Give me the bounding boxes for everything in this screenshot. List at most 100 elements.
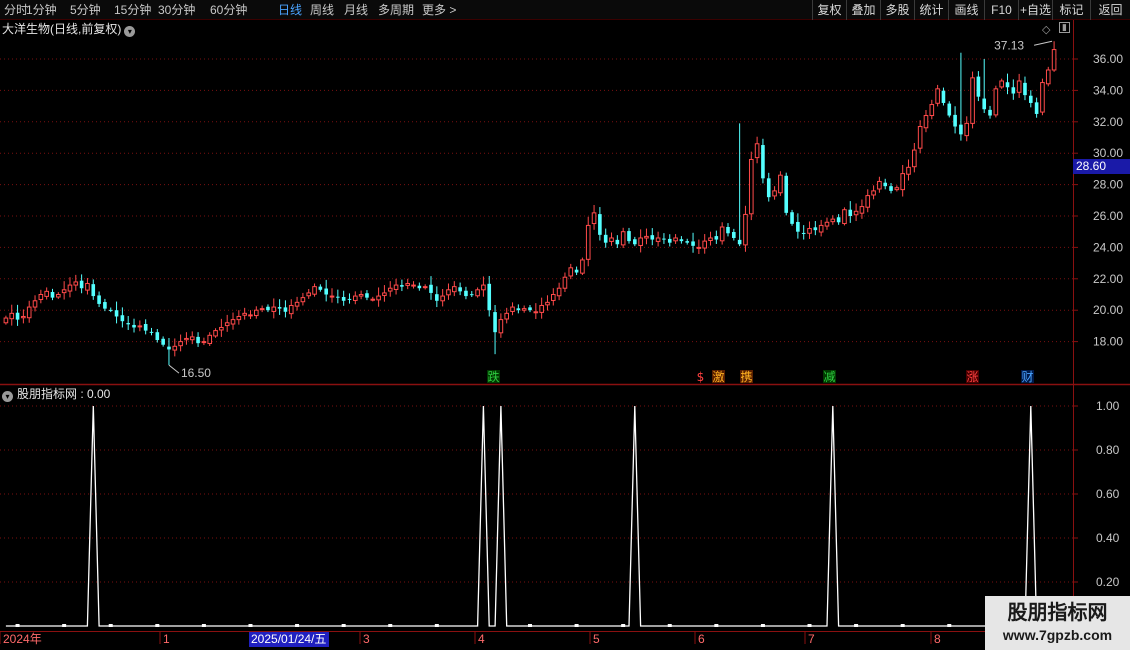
- period-tab-10[interactable]: 更多 >: [422, 2, 456, 18]
- toolbar-button-8[interactable]: 返回: [1090, 0, 1130, 20]
- period-tab-1[interactable]: 1分钟: [26, 2, 57, 18]
- candle-body-up: [306, 292, 312, 297]
- candle-body-up: [271, 306, 277, 312]
- candle-body-up: [358, 294, 364, 297]
- candle-body-up: [562, 276, 568, 289]
- low-price-label: 16.50: [181, 366, 211, 380]
- candle-body-up: [329, 295, 335, 298]
- candle-body-up: [772, 190, 777, 197]
- candle-body-up: [533, 311, 539, 314]
- candle-body-up: [422, 286, 428, 289]
- indicator-dot: [62, 624, 67, 627]
- price-tick-label: 32.00: [1093, 115, 1123, 129]
- candle-body-down: [790, 212, 794, 224]
- candle-body-down: [149, 331, 154, 333]
- toolbar-button-3[interactable]: 统计: [914, 0, 948, 20]
- candle-body-down: [848, 209, 853, 216]
- candle-body-up: [859, 206, 865, 214]
- candle-body-down: [435, 294, 439, 301]
- toolbar-button-4[interactable]: 画线: [948, 0, 984, 20]
- candle-body-down: [120, 315, 125, 322]
- candle-body-up: [67, 284, 73, 292]
- candle-body-up: [877, 180, 882, 190]
- candle-body-up: [906, 166, 911, 175]
- candle-body-up: [382, 292, 387, 296]
- candle-body-up: [743, 213, 748, 246]
- candle-body-up: [32, 300, 38, 308]
- price-axis: 36.0034.0032.0030.0028.0026.0024.0022.00…: [1073, 52, 1123, 589]
- period-tab-5[interactable]: 60分钟: [210, 2, 247, 18]
- candle-body-down: [633, 239, 637, 245]
- candle-body-down: [883, 182, 888, 187]
- candle-body-down: [732, 232, 736, 238]
- indicator-dot: [15, 624, 20, 627]
- period-tab-2[interactable]: 5分钟: [70, 2, 101, 18]
- indicator-dot: [621, 624, 626, 627]
- candle-body-up: [26, 306, 32, 319]
- candle-body-up: [56, 294, 61, 298]
- candle-body-down: [1028, 95, 1033, 103]
- panel-toggle-icon[interactable]: ▮: [1059, 22, 1070, 33]
- period-tab-4[interactable]: 30分钟: [158, 2, 195, 18]
- toolbar-button-6[interactable]: +自选: [1018, 0, 1052, 20]
- period-tab-3[interactable]: 15分钟: [114, 2, 151, 18]
- candle-body-up: [550, 294, 556, 301]
- candle-body-down: [324, 288, 328, 295]
- candle-body-up: [178, 341, 183, 347]
- candle-body-up: [352, 295, 358, 301]
- time-tick-label: 8: [934, 632, 941, 646]
- period-tab-0[interactable]: 分时: [4, 2, 28, 18]
- period-tab-7[interactable]: 周线: [310, 2, 334, 18]
- toolbar-button-7[interactable]: 标记: [1052, 0, 1090, 20]
- candle-body-up: [993, 88, 999, 116]
- time-tick-label: 3: [363, 632, 370, 646]
- candle-body-up: [900, 173, 905, 191]
- time-tick-label: 7: [808, 632, 815, 646]
- signal-markers: 跌 $ 激 携 减 涨 财: [487, 369, 1034, 384]
- title-dropdown-icon[interactable]: ▾: [124, 26, 136, 37]
- low-pointer: [168, 364, 180, 374]
- time-tick-label: 1: [163, 632, 170, 646]
- candle-body-up: [609, 237, 614, 242]
- toolbar-button-0[interactable]: 复权: [812, 0, 846, 20]
- toolbar-button-5[interactable]: F10: [984, 0, 1018, 20]
- candle-body-up: [248, 314, 253, 317]
- time-tick-label: 2024年: [3, 632, 42, 646]
- candle-body-up: [85, 283, 90, 291]
- period-tab-6[interactable]: 日线: [278, 2, 302, 18]
- candle-body-down: [469, 294, 474, 296]
- candle-body-up: [591, 212, 597, 225]
- candle-body-up: [1051, 49, 1057, 71]
- diamond-icon[interactable]: ◇: [1042, 23, 1050, 36]
- toolbar-button-2[interactable]: 多股: [880, 0, 914, 20]
- kline-chart[interactable]: 16.5037.13 36.0034.0032.0030.0028.0026.0…: [0, 0, 1130, 650]
- indicator-dropdown-icon[interactable]: ▾: [2, 391, 13, 402]
- candle-body-down: [79, 280, 84, 289]
- indicator-dot: [108, 624, 113, 627]
- period-tab-9[interactable]: 多周期: [378, 2, 414, 18]
- candle-body-up: [696, 246, 702, 249]
- candle-body-up: [556, 287, 562, 297]
- candle-body-up: [510, 306, 515, 312]
- candle-body-down: [941, 90, 946, 103]
- candle-body-down: [685, 241, 690, 243]
- candle-body-up: [137, 325, 143, 328]
- candle-body-down: [650, 235, 655, 240]
- candle-body-up: [865, 195, 871, 208]
- period-tab-8[interactable]: 月线: [344, 2, 368, 18]
- indicator-dot: [155, 624, 160, 627]
- candle-body-down: [97, 295, 101, 304]
- price-tick-label: 34.00: [1093, 83, 1123, 97]
- toolbar-button-1[interactable]: 叠加: [846, 0, 880, 20]
- candle-body-down: [50, 291, 55, 298]
- indicator-title-text: 股朋指标网 : 0.00: [17, 387, 111, 401]
- signal-marker-label: 财: [1021, 370, 1033, 384]
- signal-marker-label: 携: [740, 369, 752, 384]
- candle-body-down: [801, 232, 806, 234]
- candle-body-down: [615, 239, 620, 245]
- candle-body-down: [487, 283, 492, 311]
- candle-body-up: [288, 304, 294, 315]
- candle-body-up: [440, 295, 445, 302]
- watermark-url: www.7gpzb.com: [1002, 627, 1113, 643]
- candle-body-up: [923, 115, 929, 129]
